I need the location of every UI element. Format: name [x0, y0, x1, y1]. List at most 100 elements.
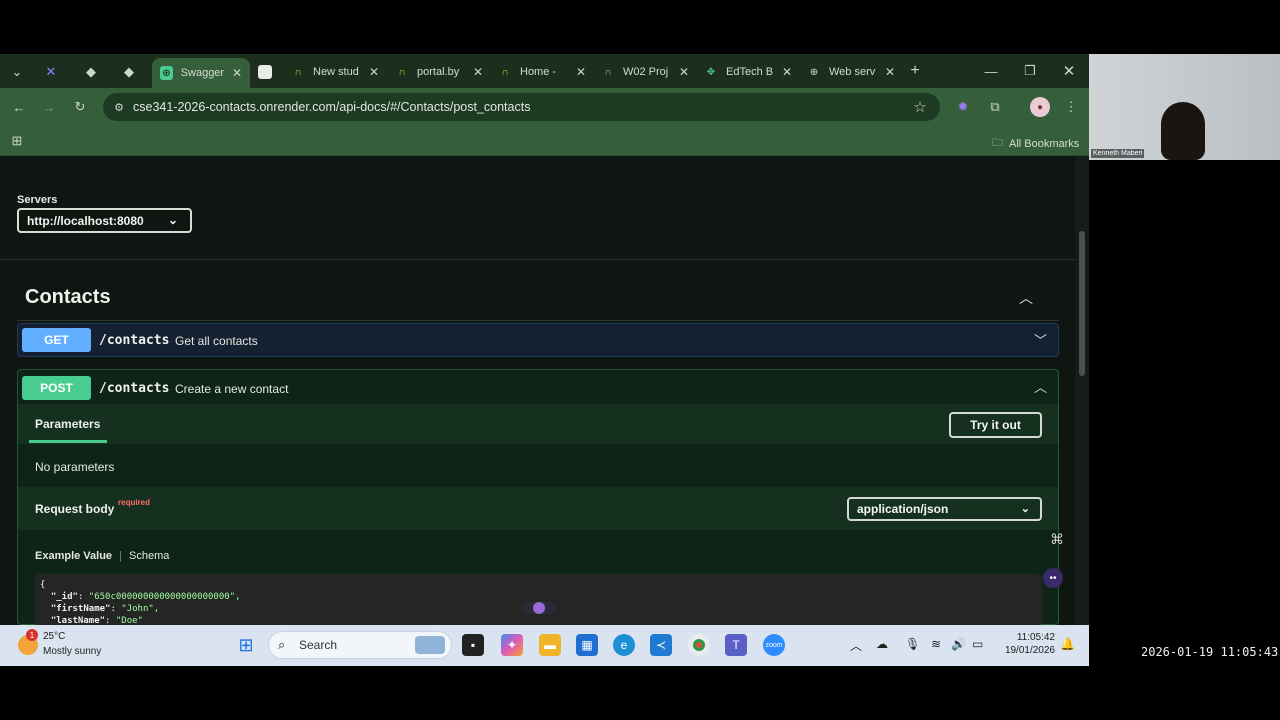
servers-label: Servers	[17, 194, 58, 206]
task-view-icon[interactable]: ▪	[462, 634, 484, 656]
tab-portal[interactable]: ∩ portal.by ✕	[395, 58, 483, 86]
edge-icon[interactable]: e	[613, 634, 635, 656]
webcam-person	[1161, 102, 1205, 160]
code-key: "_id"	[50, 592, 78, 602]
profile-avatar-icon[interactable]: ●	[1030, 97, 1050, 117]
cloud-icon[interactable]: ☁	[876, 637, 888, 651]
canvas-icon: ∩	[604, 66, 612, 78]
search-placeholder: Search	[299, 638, 338, 652]
forward-icon[interactable]: →	[40, 98, 58, 116]
servers-select[interactable]: http://localhost:8080 ⌄	[17, 208, 192, 233]
wifi-icon[interactable]: ≋	[931, 637, 941, 651]
assistant-bot-icon[interactable]: ••	[1043, 568, 1063, 588]
method-badge-post[interactable]: POST	[22, 376, 91, 400]
windows-start-icon[interactable]: ⊞	[235, 634, 257, 656]
apps-grid-icon[interactable]: ⊞	[8, 132, 26, 150]
extension-icon[interactable]: ✹	[954, 98, 972, 116]
chevron-up-icon[interactable]: ︿	[850, 637, 862, 654]
globe-icon: ⊕	[809, 66, 819, 78]
edtech-icon: ✥	[706, 66, 716, 78]
code-key: "lastName"	[50, 616, 106, 625]
command-icon[interactable]: ⌘	[1050, 531, 1064, 548]
scrollbar-thumb[interactable]	[1079, 231, 1085, 376]
all-bookmarks-button[interactable]: 🗀 All Bookmarks	[992, 134, 1079, 153]
close-icon[interactable]: ✕	[679, 65, 689, 79]
clock-time: 11:05:42	[1016, 632, 1055, 643]
chevron-up-icon[interactable]: ︿	[1019, 288, 1033, 308]
close-icon[interactable]: ✕	[782, 65, 792, 79]
vscode-icon[interactable]: ≺	[650, 634, 672, 656]
file-explorer-icon[interactable]: ▬	[539, 634, 561, 656]
taskbar-search[interactable]: ⌕ Search	[268, 631, 452, 659]
content-type-value: application/json	[857, 502, 949, 516]
bookmark-star-icon[interactable]: ☆	[911, 98, 929, 116]
webcam-overlay: Kenneth Maberi	[1089, 54, 1280, 160]
close-icon[interactable]: ✕	[232, 66, 242, 80]
minimize-icon[interactable]: —	[982, 62, 1000, 80]
back-icon[interactable]: ←	[10, 98, 28, 116]
chevron-down-icon[interactable]: ﹀	[1034, 330, 1047, 349]
section-title-contacts[interactable]: Contacts	[25, 286, 111, 309]
chevron-up-icon[interactable]: ︿	[1034, 377, 1047, 396]
store-icon[interactable]: ▦	[576, 634, 598, 656]
extensions-puzzle-icon[interactable]: ⧉	[986, 98, 1004, 116]
content-type-select[interactable]: application/json ⌄	[847, 497, 1042, 521]
tab-web-serv[interactable]: ⊕ Web serv ✕	[807, 58, 895, 86]
microphone-icon[interactable]: 🎙	[905, 637, 920, 651]
operation-get-contacts[interactable]: GET /contacts Get all contacts ﹀	[17, 323, 1059, 357]
teams-icon[interactable]: T	[725, 634, 747, 656]
example-code-block[interactable]: { "_id": "650c000000000000000000000", "f…	[35, 574, 1042, 625]
tab-title: Home -	[520, 66, 557, 78]
chevron-down-icon: ⌄	[167, 213, 178, 227]
url-text: cse341-2026-contacts.onrender.com/api-do…	[133, 100, 531, 114]
chevron-down-icon: ⌄	[1020, 503, 1030, 515]
operation-path[interactable]: /contacts	[99, 381, 169, 396]
tab-schema[interactable]: Schema	[129, 550, 169, 562]
chrome-icon[interactable]	[688, 634, 710, 656]
tab-example-value[interactable]: Example Value	[35, 550, 112, 562]
notifications-icon[interactable]: 🔔	[1060, 637, 1075, 651]
notification-badge: 1	[26, 629, 38, 641]
volume-icon[interactable]: 🔊	[951, 637, 966, 651]
code-value: {	[40, 580, 46, 590]
recording-indicator[interactable]	[522, 602, 556, 614]
tab-swagger[interactable]: ⊕ Swagger ✕	[152, 58, 250, 88]
close-icon[interactable]: ✕	[576, 65, 586, 79]
tab-title: Web serv	[829, 66, 876, 78]
zoom-icon[interactable]: zoom	[763, 634, 785, 656]
tab-search-icon[interactable]: ⌄	[8, 63, 26, 81]
tab-parameters[interactable]: Parameters	[35, 417, 100, 431]
pinned-tab-icon[interactable]: ✕	[42, 63, 60, 81]
battery-icon[interactable]: ▭	[972, 637, 983, 651]
close-icon[interactable]: ✕	[885, 65, 895, 79]
try-it-out-button[interactable]: Try it out	[949, 412, 1042, 438]
method-badge-get: GET	[22, 328, 91, 352]
example-tabs: Example Value | Schema	[35, 550, 169, 562]
recording-timestamp: 2026-01-19 11:05:43	[1141, 645, 1279, 659]
taskbar-clock[interactable]: 11:05:42 19/01/2026	[997, 631, 1055, 657]
record-dot-icon	[533, 602, 545, 614]
close-icon[interactable]: ✕	[369, 65, 379, 79]
address-bar[interactable]: ⚙ cse341-2026-contacts.onrender.com/api-…	[103, 93, 940, 121]
close-window-icon[interactable]: ✕	[1060, 62, 1078, 80]
tab-new-stud[interactable]: ∩ New stud ✕	[291, 58, 379, 86]
tab-edtech[interactable]: ✥ EdTech B ✕	[704, 58, 792, 86]
close-icon[interactable]: ✕	[473, 65, 483, 79]
pinned-tab-icon-3[interactable]: ◆	[120, 63, 138, 81]
copilot-icon[interactable]: ✦	[501, 634, 523, 656]
reload-icon[interactable]: ↻	[71, 98, 89, 116]
required-badge: required	[118, 498, 151, 507]
site-info-icon[interactable]: ⚙	[111, 99, 127, 115]
restore-icon[interactable]: ❐	[1021, 62, 1039, 80]
code-value: "John",	[121, 604, 160, 614]
tab-blank[interactable]	[258, 58, 280, 86]
page-scrollbar[interactable]	[1075, 156, 1089, 625]
tab-title: portal.by	[417, 66, 460, 78]
tab-home[interactable]: ∩ Home - ✕	[498, 58, 586, 86]
new-tab-icon[interactable]: +	[906, 62, 924, 80]
no-parameters-text: No parameters	[35, 460, 115, 474]
pinned-tab-icon-2[interactable]: ◆	[82, 63, 100, 81]
menu-kebab-icon[interactable]: ⋮	[1062, 98, 1080, 116]
parameters-header: Parameters Try it out	[18, 404, 1058, 444]
tab-w02-proj[interactable]: ∩ W02 Proj ✕	[601, 58, 689, 86]
